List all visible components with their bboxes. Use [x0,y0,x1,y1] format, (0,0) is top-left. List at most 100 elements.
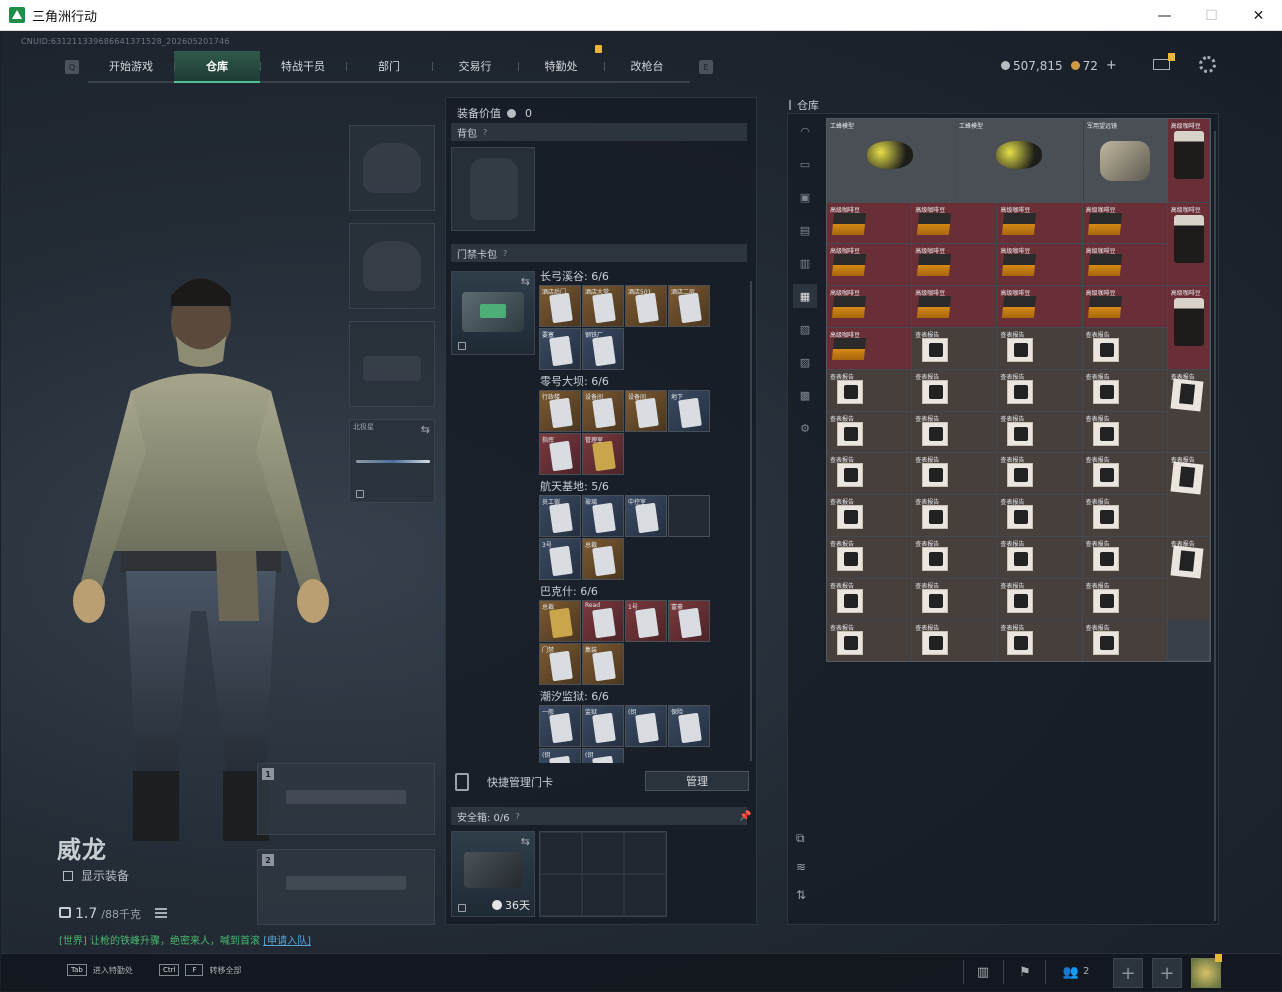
safe-box-slot[interactable]: ⇆ 36天 [451,831,535,917]
warehouse-tab-box-icon[interactable]: ▩ [793,383,817,407]
help-icon[interactable]: ? [516,812,520,821]
warehouse-tab-misc-icon[interactable]: ▨ [793,350,817,374]
keycard[interactable]: 富豪 [668,600,710,642]
report-item[interactable]: 查表报告 [912,453,997,495]
coffee-beans-item[interactable]: 高级咖啡豆 [997,244,1082,286]
report-item[interactable]: 查表报告 [827,411,912,453]
pistol-slot[interactable] [349,321,435,407]
warehouse-scrollbar[interactable] [1214,131,1216,921]
minimize-button[interactable]: — [1141,0,1188,31]
report-item[interactable]: 查表报告 [1082,537,1167,578]
tab-department[interactable]: 部门 [346,51,432,81]
coffee-bag-item[interactable]: 高级咖啡豆 [1167,119,1210,202]
report-item[interactable]: 查表报告 [1082,495,1167,536]
maximize-button[interactable]: ☐ [1188,0,1235,31]
keycard[interactable]: 酒店501 [625,285,667,327]
safe-box-cell[interactable] [624,874,666,916]
safe-box-cell[interactable] [582,832,624,874]
add-teammate-button[interactable]: + [1113,958,1143,988]
coffee-beans-item[interactable]: 高级咖啡豆 [827,328,912,369]
gold-coin-counter[interactable]: 72 [1070,59,1098,73]
keycard[interactable]: 酒店大堂 [582,285,624,327]
report-item[interactable]: 查表报告 [912,620,997,662]
keycard[interactable]: 酒店后门 [539,285,581,327]
swap-icon[interactable]: ⇆ [521,835,530,848]
report-item[interactable]: 查表报告 [1167,537,1210,620]
coffee-beans-item[interactable]: 高级咖啡豆 [1082,244,1167,286]
pin-icon[interactable]: 📌 [739,811,751,822]
flag-icon[interactable]: ⚑ [1015,962,1035,982]
wasp-model-item[interactable]: 工蜂模型 [956,119,1083,203]
coffee-beans-item[interactable]: 高级咖啡豆 [997,202,1082,244]
report-item[interactable]: 查表报告 [1082,453,1167,495]
report-item[interactable]: 查表报告 [997,411,1082,453]
keycard[interactable]: 监狱 [582,705,624,747]
player-avatar[interactable] [1191,958,1221,988]
silver-coin-counter[interactable]: 507,815 [1001,59,1063,73]
transfer-icon[interactable]: ⇅ [796,888,806,902]
report-item[interactable]: 查表报告 [1082,620,1167,662]
report-item[interactable]: 查表报告 [912,495,997,536]
swap-icon[interactable]: ⇆ [521,275,530,288]
backpack-slot[interactable] [451,147,535,231]
report-item[interactable]: 查表报告 [997,369,1082,411]
tab-special-ops[interactable]: 特勤处 [518,45,604,81]
hint-enter-special-ops[interactable]: Tab 进入特勤处 [67,964,133,976]
add-currency-button[interactable]: + [1106,58,1117,73]
report-item[interactable]: 查表报告 [912,578,997,620]
coffee-beans-item[interactable]: 高级咖啡豆 [827,286,912,327]
keycard[interactable]: 保险 [668,705,710,747]
layers-icon[interactable]: ≋ [796,860,806,874]
keycard[interactable]: 一般 [539,705,581,747]
keycard[interactable]: (钥 [625,705,667,747]
keycard[interactable]: (钥 [582,748,624,763]
report-item[interactable]: 查表报告 [1167,369,1210,453]
sort-icon[interactable]: ⧉ [796,831,806,846]
coffee-bag-item[interactable]: 高级咖啡豆 [1167,286,1210,369]
keycard[interactable]: 总裁 [539,600,581,642]
keycard[interactable]: 总裁 [582,538,624,580]
warehouse-tab-weapon-icon[interactable]: ▭ [793,152,817,176]
keycard[interactable]: 行政楼 [539,390,581,432]
tab-gunsmith[interactable]: 改枪台 [604,51,690,81]
show-equipment-toggle[interactable]: 显示装备 [63,867,129,884]
show-equipment-checkbox[interactable] [63,870,73,881]
report-item[interactable]: 查表报告 [912,328,997,369]
report-item[interactable]: 查表报告 [997,453,1082,495]
close-button[interactable]: ✕ [1235,0,1282,31]
keycard[interactable]: 设备间 [582,390,624,432]
report-item[interactable]: 查表报告 [997,620,1082,662]
tab-warehouse[interactable]: 仓库 [174,51,260,83]
coffee-beans-item[interactable]: 高级咖啡豆 [1082,202,1167,244]
coffee-beans-item[interactable]: 高级咖啡豆 [997,286,1082,327]
safe-box-cell[interactable] [540,874,582,916]
report-item[interactable]: 查表报告 [997,537,1082,578]
report-item[interactable]: 查表报告 [827,620,912,662]
binoculars-item[interactable]: 军用望远镜 [1084,119,1168,203]
report-item[interactable]: 查表报告 [912,537,997,578]
list-icon[interactable] [154,908,167,918]
warehouse-tab-ammo-icon[interactable]: ▤ [793,218,817,242]
keycard-pack-slot[interactable]: ⇆ [451,271,535,355]
stats-chart-icon[interactable]: ▥ [973,962,993,982]
keycard[interactable]: 员工宿 [539,495,581,537]
keycard[interactable]: 玻璃 [582,495,624,537]
keycard[interactable]: 设备间 [625,390,667,432]
keycard[interactable]: 中控室 [625,495,667,537]
keycard[interactable]: 要塞 [539,328,581,370]
helmet-slot[interactable] [349,125,435,211]
swap-icon[interactable]: ⇆ [421,423,430,436]
add-teammate-button[interactable]: + [1152,958,1182,988]
primary-weapon-slot[interactable]: 1 [257,763,435,835]
report-item[interactable]: 查表报告 [1082,578,1167,620]
keycard[interactable]: 门禁 [539,643,581,685]
report-item[interactable]: 查表报告 [1082,369,1167,411]
report-item[interactable]: 查表报告 [827,453,912,495]
armor-slot[interactable] [349,223,435,309]
coffee-beans-item[interactable]: 高级咖啡豆 [912,244,997,286]
report-item[interactable]: 查表报告 [827,578,912,620]
safe-box-cell[interactable] [540,832,582,874]
coffee-beans-item[interactable]: 高级咖啡豆 [912,286,997,327]
help-icon[interactable]: ? [483,128,487,137]
report-item[interactable]: 查表报告 [997,328,1082,369]
